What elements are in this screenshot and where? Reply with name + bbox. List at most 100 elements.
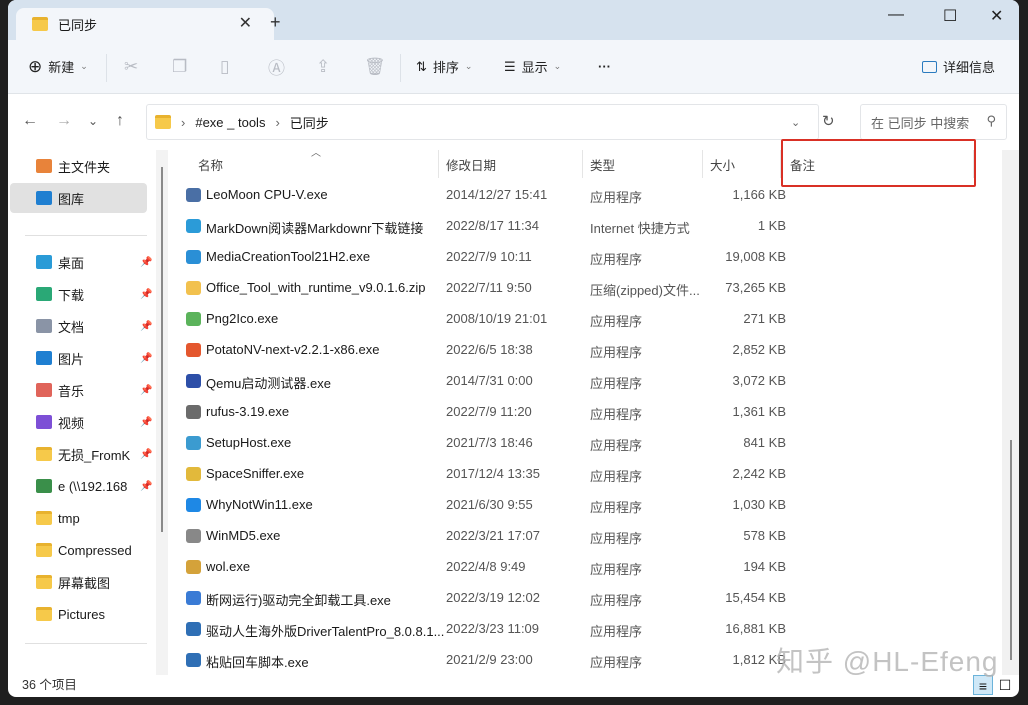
sidebar-item[interactable]: 文档 📌 [36, 315, 152, 337]
file-row[interactable]: WinMD5.exe 2022/3/21 17:07 应用程序 578 KB [186, 522, 786, 550]
share-button[interactable]: ⇪ [316, 57, 330, 77]
breadcrumb-synced[interactable]: 已同步 [290, 113, 329, 132]
column-header-date[interactable]: 修改日期 [446, 150, 496, 178]
file-row[interactable]: Office_Tool_with_runtime_v9.0.1.6.zip 202… [186, 274, 786, 302]
file-size: 19,008 KB [725, 249, 786, 264]
cut-button[interactable]: ✂ [124, 57, 138, 77]
file-date: 2022/4/8 9:49 [446, 559, 526, 574]
file-row[interactable]: MarkDown阅读器Markdownr下载链接 2022/8/17 11:34 I… [186, 212, 786, 240]
column-header-name[interactable]: 名称 [198, 150, 223, 178]
sidebar-item[interactable]: Compressed [36, 539, 146, 561]
column-divider[interactable] [702, 150, 703, 178]
new-tab-button[interactable]: + [270, 12, 281, 33]
folder-icon [36, 543, 52, 557]
file-row[interactable]: 断网运行)驱动完全卸载工具.exe 2022/3/19 12:02 应用程序 15,4… [186, 584, 786, 612]
minimize-button[interactable]: — [888, 6, 904, 24]
sidebar-item[interactable]: 屏幕截图 [36, 571, 146, 593]
back-button[interactable]: ← [22, 112, 38, 130]
paste-button[interactable]: ▯ [220, 57, 229, 77]
sort-button[interactable]: ⇅ 排序 ⌄ [416, 57, 472, 76]
sidebar-item[interactable]: 桌面 📌 [36, 251, 152, 273]
sidebar-item[interactable]: 音乐 📌 [36, 379, 152, 401]
sidebar-item[interactable]: 下载 📌 [36, 283, 152, 305]
column-header-size[interactable]: 大小 [710, 150, 735, 178]
video-icon [36, 415, 52, 429]
column-divider[interactable] [438, 150, 439, 178]
folder-icon [36, 607, 52, 621]
sidebar-item-label: 图库 [58, 191, 85, 207]
sidebar-item[interactable]: 图库 [36, 187, 146, 209]
sidebar-item[interactable]: 图片 📌 [36, 347, 152, 369]
sort-icon: ⇅ [416, 58, 427, 74]
forward-button[interactable]: → [56, 112, 72, 130]
tab-synced[interactable]: 已同步 ✕ [16, 8, 274, 40]
file-icon [186, 188, 201, 202]
file-icon [186, 312, 201, 326]
sidebar-item[interactable]: Pictures [36, 603, 146, 625]
file-row[interactable]: Qemu启动测试器.exe 2014/7/31 0:00 应用程序 3,072 KB [186, 367, 786, 395]
rename-button[interactable]: Ⓐ [268, 54, 285, 79]
refresh-icon[interactable]: ↻ [822, 112, 835, 130]
file-row[interactable]: SpaceSniffer.exe 2017/12/4 13:35 应用程序 2,242… [186, 460, 786, 488]
address-bar[interactable]: › #exe _ tools › 已同步 ⌄ [146, 104, 819, 140]
file-date: 2021/6/30 9:55 [446, 497, 533, 512]
music-icon [36, 383, 52, 397]
file-type: 应用程序 [590, 469, 643, 484]
close-button[interactable]: ✕ [990, 6, 1003, 26]
rename-icon: Ⓐ [268, 59, 285, 78]
file-date: 2022/8/17 11:34 [446, 218, 540, 233]
file-name: MediaCreationTool21H2.exe [206, 249, 371, 264]
close-tab-button[interactable]: ✕ [239, 13, 252, 33]
more-options-button[interactable]: ··· [598, 59, 611, 74]
file-row[interactable]: SetupHost.exe 2021/7/3 18:46 应用程序 841 KB [186, 429, 786, 457]
file-icon [186, 219, 201, 233]
up-button[interactable]: ↑ [116, 112, 124, 130]
scrollbar-thumb[interactable] [161, 167, 163, 532]
file-row[interactable]: PotatoNV-next-v2.2.1-x86.exe 2022/6/5 18:… [186, 336, 786, 364]
file-type: 应用程序 [590, 376, 643, 391]
file-name: Office_Tool_with_runtime_v9.0.1.6.zip [206, 280, 426, 295]
pin-icon: 📌 [140, 480, 153, 492]
pin-icon: 📌 [140, 256, 153, 268]
file-type: Internet 快捷方式 [590, 221, 690, 236]
file-row[interactable]: Png2Ico.exe 2008/10/19 21:01 应用程序 271 KB [186, 305, 786, 333]
file-row[interactable]: 粘贴回车脚本.exe 2021/2/9 23:00 应用程序 1,812 KB [186, 646, 786, 674]
file-name: Png2Ico.exe [206, 311, 279, 326]
sidebar-item[interactable]: 无损_FromK 📌 [36, 443, 152, 465]
column-divider[interactable] [582, 150, 583, 178]
sidebar-scrollbar[interactable] [156, 150, 168, 675]
maximize-button[interactable]: ☐ [943, 6, 957, 26]
sidebar-item[interactable]: 主文件夹 [36, 155, 146, 177]
sidebar-item[interactable]: 视频 📌 [36, 411, 152, 433]
file-size: 271 KB [743, 311, 786, 326]
address-dropdown-icon[interactable]: ⌄ [791, 116, 800, 129]
sort-label: 排序 [432, 60, 459, 75]
search-input[interactable]: 在 已同步 中搜索 ⚲ [860, 104, 1007, 140]
column-header-type[interactable]: 类型 [590, 150, 615, 178]
file-list-scrollbar[interactable] [1002, 150, 1019, 675]
file-row[interactable]: MediaCreationTool21H2.exe 2022/7/9 10:11 应… [186, 243, 786, 271]
recent-locations-button[interactable]: ⌄ [88, 114, 98, 128]
sidebar-item[interactable]: tmp [36, 507, 146, 529]
file-icon [186, 281, 201, 295]
copy-button[interactable]: ❐ [172, 57, 187, 77]
file-row[interactable]: wol.exe 2022/4/8 9:49 应用程序 194 KB [186, 553, 786, 581]
file-icon [186, 498, 201, 512]
scrollbar-thumb[interactable] [1010, 440, 1012, 660]
file-name: 粘贴回车脚本.exe [206, 655, 309, 670]
delete-button[interactable]: 🗑 [364, 57, 386, 77]
file-size: 194 KB [743, 559, 786, 574]
file-icon [186, 560, 201, 574]
view-button[interactable]: ☰ 显示 ⌄ [504, 57, 561, 76]
sidebar-item[interactable]: e (\\192.168 📌 [36, 475, 152, 497]
details-pane-button[interactable]: 详细信息 [922, 57, 995, 76]
file-date: 2022/6/5 18:38 [446, 342, 533, 357]
file-row[interactable]: LeoMoon CPU-V.exe 2014/12/27 15:41 应用程序 1,1… [186, 181, 786, 209]
file-row[interactable]: WhyNotWin11.exe 2021/6/30 9:55 应用程序 1,030 K… [186, 491, 786, 519]
new-button[interactable]: ⊕ 新建 ⌄ [28, 57, 88, 77]
file-row[interactable]: rufus-3.19.exe 2022/7/9 11:20 应用程序 1,361 KB [186, 398, 786, 426]
file-name: MarkDown阅读器Markdownr下载链接 [206, 221, 424, 236]
file-size: 1,030 KB [732, 497, 787, 512]
file-row[interactable]: 驱动人生海外版DriverTalentPro_8.0.8.1... 2022/3/… [186, 615, 786, 643]
breadcrumb-exe-tools[interactable]: #exe _ tools [195, 115, 265, 130]
